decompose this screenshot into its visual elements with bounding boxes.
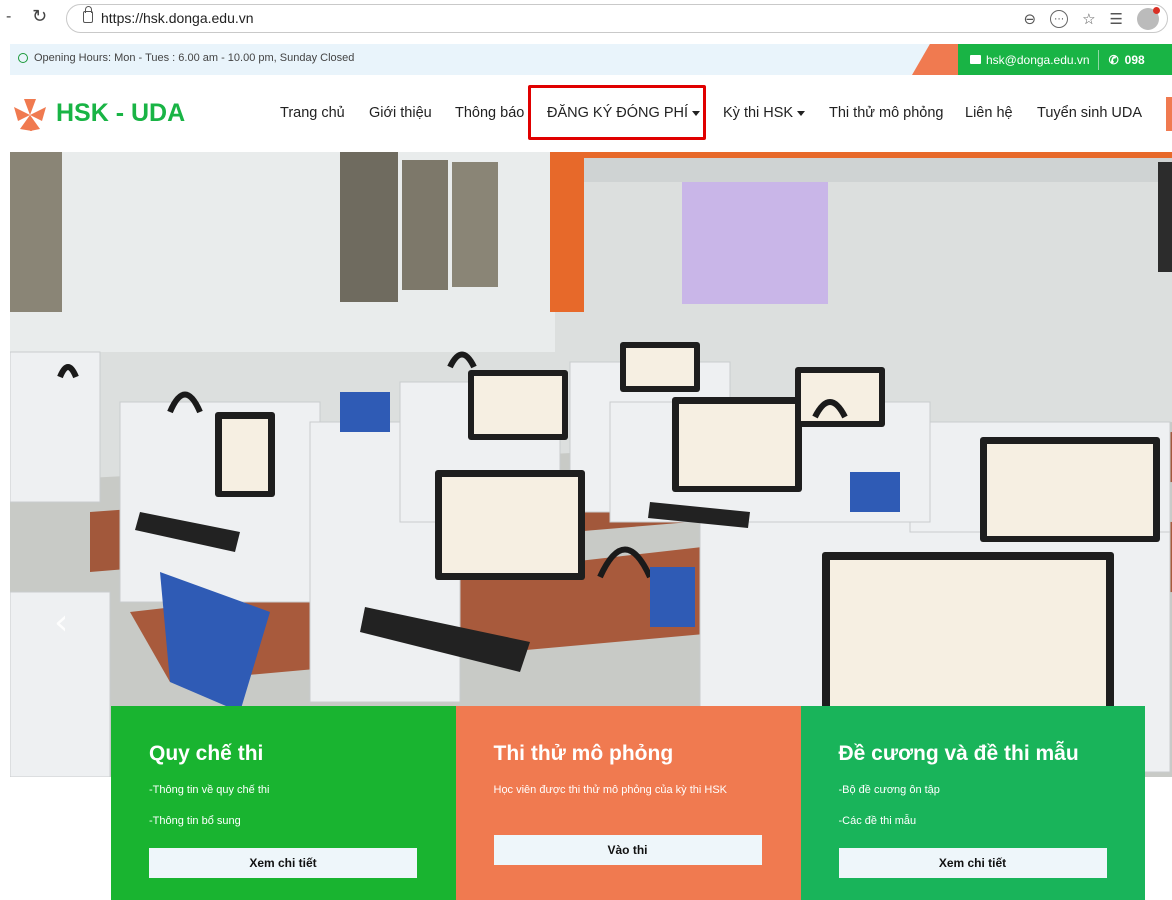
nav-cta-edge[interactable] [1166, 97, 1172, 131]
card-line: Học viên được thi thử mô phỏng của kỳ th… [493, 784, 728, 796]
back-control[interactable]: - [6, 8, 11, 26]
clock-icon [18, 53, 28, 63]
phone-contact[interactable]: ✆ 098 [1099, 53, 1145, 67]
highlight-annotation-box [528, 85, 706, 140]
url-text[interactable]: https://hsk.donga.edu.vn [101, 10, 254, 26]
nav-item-hsk-exam-label: Kỳ thi HSK [723, 105, 794, 121]
reload-icon[interactable]: ↻ [32, 6, 47, 27]
nav-item-mock-test[interactable]: Thi thử mô phỏng [829, 105, 944, 121]
nav-item-admissions[interactable]: Tuyển sinh UDA [1037, 105, 1142, 121]
favorites-list-icon[interactable]: ☰ [1110, 10, 1123, 28]
card-title: Thi thử mô phỏng [493, 742, 674, 765]
view-details-button[interactable]: Xem chi tiết [149, 848, 417, 878]
phone-icon: ✆ [1108, 52, 1119, 67]
top-info-strip: Opening Hours: Mon - Tues : 6.00 am - 10… [10, 44, 1172, 75]
address-bar[interactable]: https://hsk.donga.edu.vn ⊖ ⋯ ☆ ☰ [66, 4, 1168, 33]
computer-lab-photo [10, 152, 1172, 777]
lotus-logo-icon[interactable] [10, 95, 50, 135]
nav-item-announcements[interactable]: Thông báo [455, 105, 524, 121]
hero-slider-image: ‹ [10, 152, 1172, 777]
zoom-icon[interactable]: ⊖ [1024, 10, 1037, 28]
nav-item-contact[interactable]: Liên hệ [965, 105, 1013, 121]
card-line: -Thông tin về quy chế thi [149, 784, 270, 796]
email-text[interactable]: hsk@donga.edu.vn [986, 53, 1090, 67]
lock-icon [83, 6, 93, 23]
opening-hours: Opening Hours: Mon - Tues : 6.00 am - 10… [18, 52, 354, 64]
nav-item-hsk-exam[interactable]: Kỳ thi HSK [723, 105, 806, 121]
card-line: -Bộ đề cương ôn tập [838, 784, 940, 796]
site-logo-text[interactable]: HSK - UDA [56, 99, 185, 128]
card-title: Quy chế thi [149, 742, 264, 765]
email-contact[interactable]: hsk@donga.edu.vn [958, 49, 1099, 70]
nav-item-about[interactable]: Giới thiệu [369, 105, 432, 121]
nav-item-home[interactable]: Trang chủ [280, 105, 345, 121]
feature-cards: Quy chế thi -Thông tin về quy chế thi -T… [111, 706, 1145, 900]
card-exam-rules: Quy chế thi -Thông tin về quy chế thi -T… [111, 706, 456, 900]
contact-bar: hsk@donga.edu.vn ✆ 098 [958, 44, 1172, 75]
phone-text[interactable]: 098 [1125, 53, 1145, 67]
chevron-down-icon [797, 110, 806, 116]
favorite-star-icon[interactable]: ☆ [1082, 10, 1095, 28]
profile-avatar[interactable] [1137, 7, 1160, 30]
card-title: Đề cương và đề thi mẫu [838, 742, 1079, 765]
card-mock-test: Thi thử mô phỏng Học viên được thi thử m… [455, 706, 801, 900]
opening-hours-text: Opening Hours: Mon - Tues : 6.00 am - 10… [34, 52, 355, 64]
more-options-icon[interactable]: ⋯ [1050, 10, 1069, 28]
card-line: -Thông tin bổ sung [149, 815, 241, 827]
enter-exam-button[interactable]: Vào thi [493, 835, 762, 865]
slider-prev-icon[interactable]: ‹ [54, 602, 68, 643]
card-line: -Các đề thi mẫu [838, 815, 917, 827]
view-details-button[interactable]: Xem chi tiết [838, 848, 1107, 878]
browser-toolbar: - ↻ https://hsk.donga.edu.vn ⊖ ⋯ ☆ ☰ [0, 0, 1172, 37]
address-bar-actions: ⊖ ⋯ ☆ ☰ [1024, 7, 1160, 30]
card-outline-samples: Đề cương và đề thi mẫu -Bộ đề cương ôn t… [800, 706, 1145, 900]
mail-icon [970, 55, 981, 64]
